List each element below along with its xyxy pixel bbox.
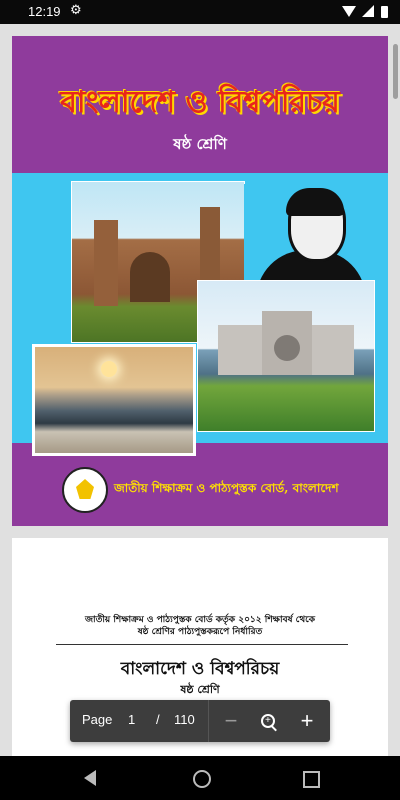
approval-notice: জাতীয় শিক্ষাক্রম ও পাঠ্যপুস্তক বোর্ড কর…: [12, 614, 388, 638]
divider-rule: [56, 644, 348, 645]
approval-notice-line1: জাতীয় শিক্ষাক্রম ও পাঠ্যপুস্তক বোর্ড কর…: [84, 615, 316, 625]
battery-icon: [381, 6, 388, 18]
plus-icon: +: [300, 708, 314, 733]
page-separator: /: [156, 712, 160, 727]
book-cover-page: বাংলাদেশ ও বিশ্বপরিচয় ষষ্ঠ শ্রেণি জাতীয…: [12, 36, 388, 526]
recents-icon[interactable]: [303, 771, 320, 788]
status-bar: 12:19 ⚙: [0, 0, 400, 24]
cover-title: বাংলাদেশ ও বিশ্বপরিচয়: [60, 85, 340, 120]
zoom-in-button[interactable]: +: [292, 706, 322, 736]
controls-divider: [208, 700, 209, 742]
page-title: বাংলাদেশ ও বিশ্বপরিচয়: [120, 659, 280, 679]
board-seal-logo: [62, 467, 108, 513]
cell-signal-icon: [362, 5, 374, 17]
navigation-bar: [0, 756, 400, 800]
approval-notice-line2: ষষ্ঠ শ্রেণির পাঠ্যপুস্তকরূপে নির্ধারিত: [137, 627, 263, 637]
page-label: Page: [82, 712, 113, 727]
pdf-viewer[interactable]: বাংলাদেশ ও বিশ্বপরিচয় ষষ্ঠ শ্রেণি জাতীয…: [0, 24, 400, 756]
wifi-icon: [342, 6, 356, 17]
zoom-fit-button[interactable]: +: [253, 706, 283, 736]
page-grade: ষষ্ঠ শ্রেণি: [180, 683, 220, 696]
page-controls: Page 1 / 110 − + +: [70, 700, 330, 742]
home-icon[interactable]: [193, 770, 211, 788]
zoom-out-button[interactable]: −: [216, 706, 246, 736]
cover-publisher: জাতীয় শিক্ষাক্রম ও পাঠ্যপুস্তক বোর্ড, ব…: [114, 481, 339, 495]
zoom-icon: +: [261, 714, 277, 732]
total-pages: 110: [174, 712, 195, 727]
minus-icon: −: [224, 708, 238, 733]
sunset-sea-photo: [32, 344, 196, 456]
cover-grade: ষষ্ঠ শ্রেণি: [173, 135, 227, 153]
scrollbar-thumb[interactable]: [393, 44, 398, 99]
back-icon[interactable]: [84, 770, 96, 786]
current-page-field[interactable]: 1: [128, 712, 135, 727]
status-time: 12:19: [28, 4, 61, 19]
gear-icon: ⚙: [70, 3, 82, 18]
parliament-photo: [197, 280, 375, 432]
